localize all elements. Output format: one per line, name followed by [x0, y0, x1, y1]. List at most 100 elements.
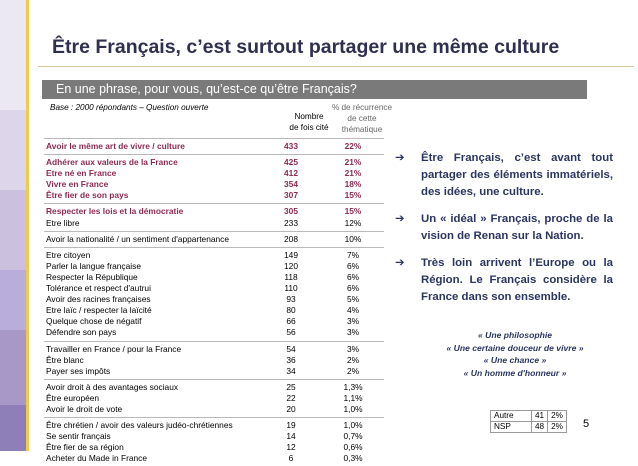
row-count: 34	[286, 365, 296, 376]
row-percent: 10%	[344, 233, 362, 244]
verbatim-quotes: « Une philosophie « Une certaine douceur …	[420, 329, 610, 379]
row-label: Adhérer aux valeurs de la France	[46, 157, 178, 168]
row-count: 36	[286, 354, 296, 365]
quote-line: « Une chance »	[483, 355, 547, 366]
quote-line: « Une certaine douceur de vivre »	[446, 342, 584, 353]
quote-line: « Un homme d'honneur »	[463, 367, 567, 378]
table-row: Être blanc 36 2%	[44, 355, 384, 366]
row-count: 56	[286, 327, 296, 338]
table-group: Etre citoyen 149 7% Parler la langue frança…	[44, 246, 384, 341]
row-percent: 21%	[344, 168, 362, 179]
row-count: 25	[286, 381, 296, 392]
row-percent: 0,3%	[343, 453, 363, 464]
row-percent: 6%	[346, 271, 360, 282]
row-count: 12	[286, 442, 296, 453]
row-count: 54	[286, 343, 296, 354]
row-percent: 2%	[346, 365, 360, 376]
row-percent: 1,0%	[343, 420, 363, 431]
row-percent: 2%	[346, 354, 360, 365]
row-label: Se sentir français	[46, 431, 111, 442]
table-row: Acheter du Made in France 6 0,3%	[44, 453, 384, 464]
arrow-icon: ➔	[395, 152, 405, 164]
table-row: Avoir la nationalité / un sentiment d'ap…	[44, 234, 384, 245]
row-count: 110	[284, 283, 298, 294]
row-percent: 1,0%	[343, 403, 363, 414]
row-label: Etre citoyen	[46, 249, 91, 260]
table-group: Avoir la nationalité / un sentiment d'ap…	[44, 230, 384, 247]
finding-bullet: ➔ Être Français, c’est avant tout partage…	[395, 150, 613, 201]
row-count: 22	[286, 392, 296, 403]
finding-bullet: ➔ Très loin arrivent l’Europe ou la Régio…	[395, 255, 613, 306]
row-label: Avoir la nationalité / un sentiment d'ap…	[46, 233, 230, 244]
bar-segment	[0, 405, 29, 451]
row-label: Etre libre	[46, 217, 80, 228]
row-label: Respecter la République	[46, 271, 138, 282]
table-row: Payer ses impôts 34 2%	[44, 366, 384, 377]
row-count: 66	[286, 316, 296, 327]
mini-table-row: Autre 41 2%	[490, 410, 567, 422]
mini-table-row: NSP 48 2%	[490, 421, 567, 433]
row-label: Acheter du Made in France	[46, 453, 148, 464]
row-percent: 3%	[346, 343, 360, 354]
slide-title: Être Français, c’est surtout partager un…	[52, 36, 560, 58]
row-count: 307	[284, 190, 298, 201]
pct-column-header: % de récurrence de cette thématique	[322, 102, 402, 135]
mini-label: Autre	[490, 410, 532, 422]
table-row: Vivre en France 354 18%	[44, 179, 384, 190]
table-row: Travailler en France / pour la France 54 3…	[44, 344, 384, 355]
bar-segment	[0, 190, 29, 270]
row-count: 19	[286, 420, 296, 431]
row-count: 305	[284, 206, 298, 217]
bar-segment	[0, 330, 29, 405]
row-percent: 4%	[346, 305, 360, 316]
row-label: Être blanc	[46, 354, 84, 365]
row-count: 6	[288, 453, 294, 464]
row-label: Etre né en France	[46, 168, 117, 179]
pct-header-line: thématique	[341, 125, 383, 134]
row-count: 233	[284, 217, 298, 228]
table-row: Tolérance et respect d'autrui 110 6%	[44, 283, 384, 294]
question-band: En une phrase, pour vous, qu’est-ce qu’ê…	[42, 80, 587, 99]
base-note: Base : 2000 répondants – Question ouvert…	[50, 103, 209, 112]
row-label: Quelque chose de négatif	[46, 316, 142, 327]
row-count: 412	[284, 168, 298, 179]
table-row: Avoir droit à des avantages sociaux 25 1,3…	[44, 382, 384, 393]
row-count: 20	[286, 403, 296, 414]
row-percent: 12%	[344, 217, 362, 228]
table-row: Être fier de sa région 12 0,6%	[44, 442, 384, 453]
table-group: Avoir le même art de vivre / culture 433 2…	[44, 138, 384, 154]
left-decorative-bar	[0, 0, 29, 451]
mini-label: NSP	[490, 421, 532, 433]
row-label: Être fier de son pays	[46, 190, 129, 201]
row-count: 149	[284, 249, 298, 260]
finding-text: Être Français, c’est avant tout partager…	[421, 152, 613, 198]
row-label: Être chrétien / avoir des valeurs judéo-…	[46, 420, 233, 431]
table-group: Respecter les lois et la démocratie 305 15…	[44, 203, 384, 230]
row-percent: 1,3%	[343, 381, 363, 392]
row-percent: 15%	[344, 206, 362, 217]
table-row: Parler la langue française 120 6%	[44, 261, 384, 272]
bar-segment	[0, 270, 29, 330]
row-percent: 6%	[346, 260, 360, 271]
row-count: 120	[284, 260, 298, 271]
row-percent: 7%	[346, 249, 360, 260]
finding-bullet: ➔ Un « idéal » Français, proche de la vis…	[395, 211, 613, 245]
row-count: 93	[286, 294, 296, 305]
row-percent: 21%	[344, 157, 362, 168]
row-count: 208	[284, 233, 298, 244]
table-row: Etre libre 233 12%	[44, 218, 384, 229]
table-row: Avoir des racines françaises 93 5%	[44, 294, 384, 305]
table-group: Adhérer aux valeurs de la France 425 21% Et…	[44, 154, 384, 203]
finding-text: Très loin arrivent l’Europe ou la Région…	[421, 257, 613, 303]
row-label: Etre laïc / respecter la laïcité	[46, 305, 152, 316]
table-row: Respecter la République 118 6%	[44, 272, 384, 283]
row-percent: 3%	[346, 327, 360, 338]
table-row: Avoir le même art de vivre / culture 433 2…	[44, 141, 384, 152]
pct-header-line: de cette	[347, 114, 377, 123]
table-row: Avoir le droit de vote 20 1,0%	[44, 404, 384, 415]
bar-accent	[26, 0, 29, 451]
row-percent: 5%	[346, 294, 360, 305]
row-label: Respecter les lois et la démocratie	[46, 206, 184, 217]
table-row: Défendre son pays 56 3%	[44, 327, 384, 338]
row-count: 425	[284, 157, 298, 168]
